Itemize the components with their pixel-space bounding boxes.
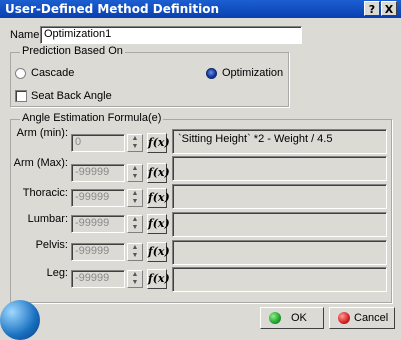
arm-min-value[interactable]: 0 <box>71 134 125 152</box>
prediction-legend: Prediction Based On <box>20 45 125 57</box>
window-title: User-Defined Method Definition <box>5 2 220 16</box>
arm-max-value[interactable]: -99999 <box>71 164 125 182</box>
arm-max-label: Arm (Max): <box>13 157 68 169</box>
pelvis-value[interactable]: -99999 <box>71 243 125 261</box>
leg-spinner[interactable]: ▲ ▼ <box>127 270 143 288</box>
cancel-label: Cancel <box>354 312 389 324</box>
thoracic-formula[interactable] <box>172 184 387 209</box>
ok-button[interactable]: OK <box>260 307 324 329</box>
ok-label: OK <box>291 312 307 324</box>
leg-label: Leg: <box>46 267 68 279</box>
lumbar-spinner[interactable]: ▲ ▼ <box>127 215 143 233</box>
optimization-radio[interactable] <box>206 68 217 79</box>
arm-max-formula[interactable] <box>172 156 387 181</box>
cascade-label: Cascade <box>31 67 75 79</box>
arm-min-fx-button[interactable]: f(x) <box>147 133 170 153</box>
lumbar-value[interactable]: -99999 <box>71 215 125 233</box>
optimization-label: Optimization <box>222 67 284 79</box>
lumbar-fx-button[interactable]: f(x) <box>147 214 170 234</box>
arm-min-spinner[interactable]: ▲ ▼ <box>127 134 143 152</box>
cancel-icon <box>338 312 350 324</box>
cascade-radio[interactable] <box>15 68 26 79</box>
leg-formula[interactable] <box>172 267 387 292</box>
arm-min-formula[interactable]: `Sitting Height` *2 - Weight / 4.5 <box>172 129 387 154</box>
help-button[interactable]: ? <box>364 1 380 16</box>
thoracic-value[interactable]: -99999 <box>71 189 125 207</box>
pelvis-label: Pelvis: <box>35 239 68 251</box>
leg-fx-button[interactable]: f(x) <box>147 269 170 289</box>
thoracic-spinner[interactable]: ▲ ▼ <box>127 189 143 207</box>
thoracic-label: Thoracic: <box>22 187 68 199</box>
title-bar: User-Defined Method Definition ? X <box>0 0 401 18</box>
cancel-button[interactable]: Cancel <box>329 307 395 329</box>
seat-back-angle-checkbox[interactable] <box>15 90 27 102</box>
pelvis-spinner[interactable]: ▲ ▼ <box>127 243 143 261</box>
pelvis-fx-button[interactable]: f(x) <box>147 242 170 262</box>
name-label: Name <box>10 29 40 41</box>
lumbar-formula[interactable] <box>172 212 387 237</box>
ok-icon <box>269 312 281 324</box>
globe-decoration-icon <box>0 300 40 340</box>
thoracic-fx-button[interactable]: f(x) <box>147 188 170 208</box>
angle-formula-legend: Angle Estimation Formula(e) <box>20 112 164 124</box>
pelvis-formula[interactable] <box>172 240 387 265</box>
arm-max-fx-button[interactable]: f(x) <box>147 163 170 183</box>
arm-min-label: Arm (min): <box>16 127 68 139</box>
seat-back-angle-label: Seat Back Angle <box>31 90 112 102</box>
lumbar-label: Lumbar: <box>27 213 68 225</box>
close-button[interactable]: X <box>381 1 397 16</box>
arm-max-spinner[interactable]: ▲ ▼ <box>127 164 143 182</box>
leg-value[interactable]: -99999 <box>71 270 125 288</box>
name-input[interactable]: Optimization1 <box>40 26 302 44</box>
